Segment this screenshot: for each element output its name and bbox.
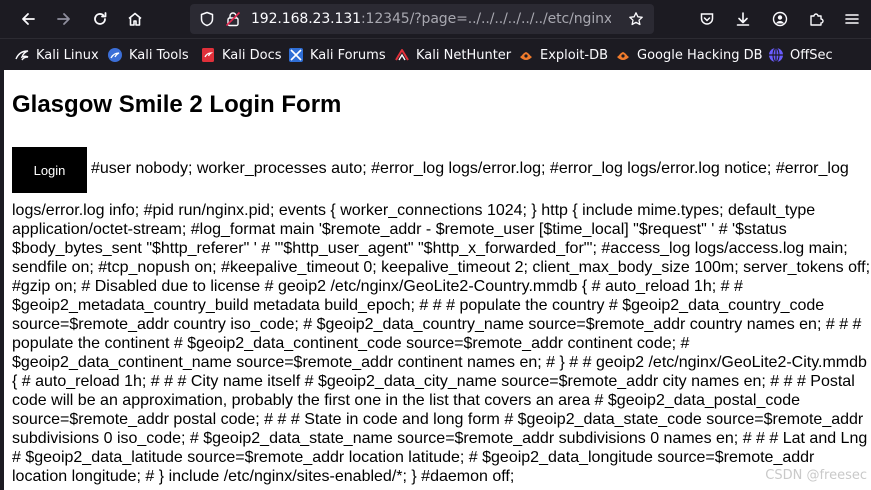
kali-forums-icon	[289, 48, 303, 62]
bookmark-label: Kali Forums	[310, 47, 386, 63]
star-bookmark-icon[interactable]	[628, 11, 644, 27]
google-hacking-db-icon	[617, 52, 629, 60]
reload-icon	[94, 12, 107, 25]
offsec-icon	[769, 47, 783, 63]
account-button[interactable]	[766, 5, 794, 33]
bookmark-kali-nethunter[interactable]: Kali NetHunter	[394, 46, 511, 64]
forward-button[interactable]	[50, 5, 78, 33]
arrow-left-icon	[22, 13, 35, 25]
download-icon	[736, 12, 750, 26]
downloads-button[interactable]	[729, 5, 757, 33]
page-title: Glasgow Smile 2 Login Form	[12, 91, 342, 118]
arrow-right-icon	[57, 13, 70, 25]
account-icon	[772, 11, 788, 27]
url-path: :12345/?page=../../../../../../etc/nginx…	[360, 11, 611, 27]
bookmark-kali-forums[interactable]: Kali Forums	[288, 46, 386, 64]
login-button[interactable]: Login	[12, 147, 87, 193]
menu-button[interactable]	[838, 5, 866, 33]
bookmark-label: OffSec	[790, 47, 833, 63]
page-content: Glasgow Smile 2 Login Form Login #user n…	[4, 70, 871, 490]
bookmark-label: Exploit-DB	[540, 47, 609, 63]
exploit-db-icon	[520, 52, 532, 60]
kali-tools-icon	[108, 48, 122, 62]
puzzle-icon	[810, 13, 824, 26]
pocket-icon	[700, 13, 714, 25]
bookmark-label: Kali NetHunter	[416, 47, 512, 63]
config-first-line: #user nobody; worker_processes auto; #er…	[91, 160, 849, 177]
shield-icon[interactable]	[199, 11, 215, 27]
insecure-lock-icon[interactable]	[225, 11, 241, 27]
bookmark-label: Kali Linux	[36, 47, 99, 63]
url-host: 192.168.23.131	[251, 11, 361, 27]
home-icon	[128, 12, 142, 26]
bookmark-kali-docs[interactable]: Kali Docs	[200, 46, 282, 64]
kali-docs-icon	[202, 48, 214, 62]
bookmark-google-hacking-db[interactable]: Google Hacking DB	[615, 46, 763, 64]
bookmark-kali-tools[interactable]: Kali Tools	[107, 46, 189, 64]
browser-toolbar: 192.168.23.131:12345/?page=../../../../.…	[0, 0, 871, 38]
pocket-button[interactable]	[693, 5, 721, 33]
address-bar[interactable]: 192.168.23.131:12345/?page=../../../../.…	[190, 4, 654, 34]
reload-button[interactable]	[86, 5, 114, 33]
included-file-contents: logs/error.log info; #pid run/nginx.pid;…	[12, 202, 871, 485]
kali-dragon-icon	[15, 50, 29, 61]
bookmark-label: Kali Tools	[129, 47, 189, 63]
back-button[interactable]	[14, 5, 42, 33]
watermark: CSDN @freesec	[765, 468, 867, 483]
home-button[interactable]	[121, 5, 149, 33]
bookmark-exploit-db[interactable]: Exploit-DB	[518, 46, 608, 64]
hamburger-menu-icon	[845, 14, 859, 24]
bookmark-label: Google Hacking DB	[637, 47, 763, 63]
url-text[interactable]: 192.168.23.131:12345/?page=../../../../.…	[251, 11, 611, 27]
bookmark-label: Kali Docs	[222, 47, 282, 63]
kali-nethunter-icon	[395, 49, 409, 61]
extensions-button[interactable]	[802, 5, 830, 33]
bookmark-kali-linux[interactable]: Kali Linux	[14, 46, 99, 64]
bookmarks-toolbar: Kali Linux Kali Tools Kali Docs Kali For…	[0, 38, 871, 70]
bookmark-offsec[interactable]: OffSec	[768, 46, 833, 64]
